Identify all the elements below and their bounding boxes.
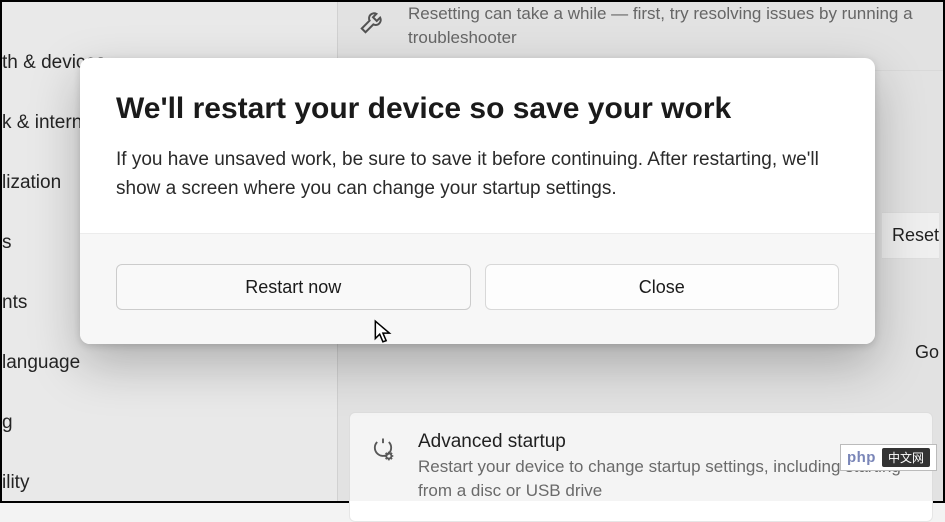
restart-confirmation-dialog: We'll restart your device so save your w… bbox=[80, 58, 875, 344]
close-button[interactable]: Close bbox=[485, 264, 840, 310]
watermark-suffix: 中文网 bbox=[882, 448, 930, 467]
dialog-message: If you have unsaved work, be sure to sav… bbox=[116, 146, 839, 203]
dialog-title: We'll restart your device so save your w… bbox=[116, 92, 839, 126]
watermark: php 中文网 bbox=[840, 444, 937, 471]
restart-now-button[interactable]: Restart now bbox=[116, 264, 471, 310]
watermark-brand: php bbox=[847, 449, 876, 466]
dialog-button-row: Restart now Close bbox=[80, 233, 875, 344]
